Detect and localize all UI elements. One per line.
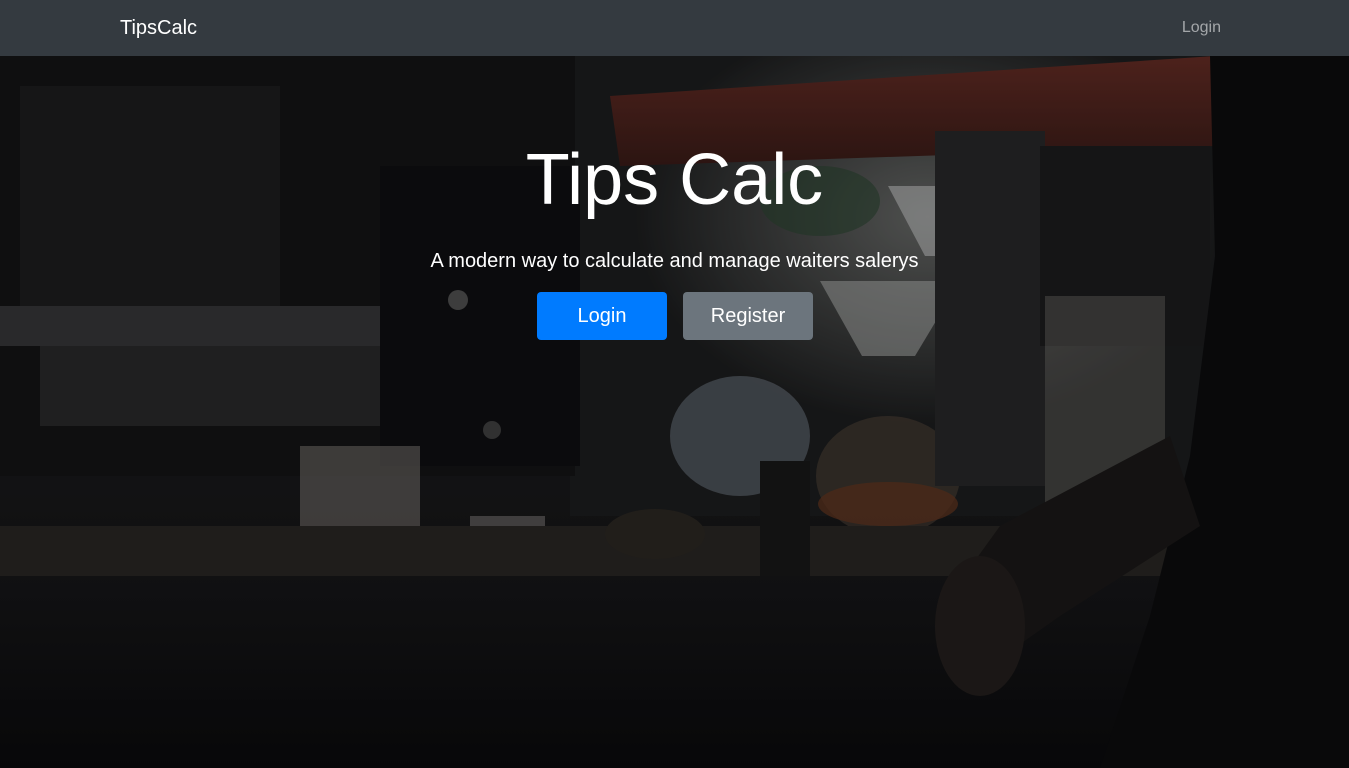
hero-content: Tips Calc A modern way to calculate and … xyxy=(0,56,1349,768)
hero-title: Tips Calc xyxy=(525,140,824,220)
register-button[interactable]: Register xyxy=(683,292,813,340)
brand-link[interactable]: TipsCalc xyxy=(120,15,197,41)
hero-section: Tips Calc A modern way to calculate and … xyxy=(0,56,1349,768)
login-button[interactable]: Login xyxy=(537,292,667,340)
top-navbar: TipsCalc Login xyxy=(0,0,1349,56)
nav-login-link[interactable]: Login xyxy=(1182,17,1221,39)
hero-subtitle: A modern way to calculate and manage wai… xyxy=(430,250,919,272)
